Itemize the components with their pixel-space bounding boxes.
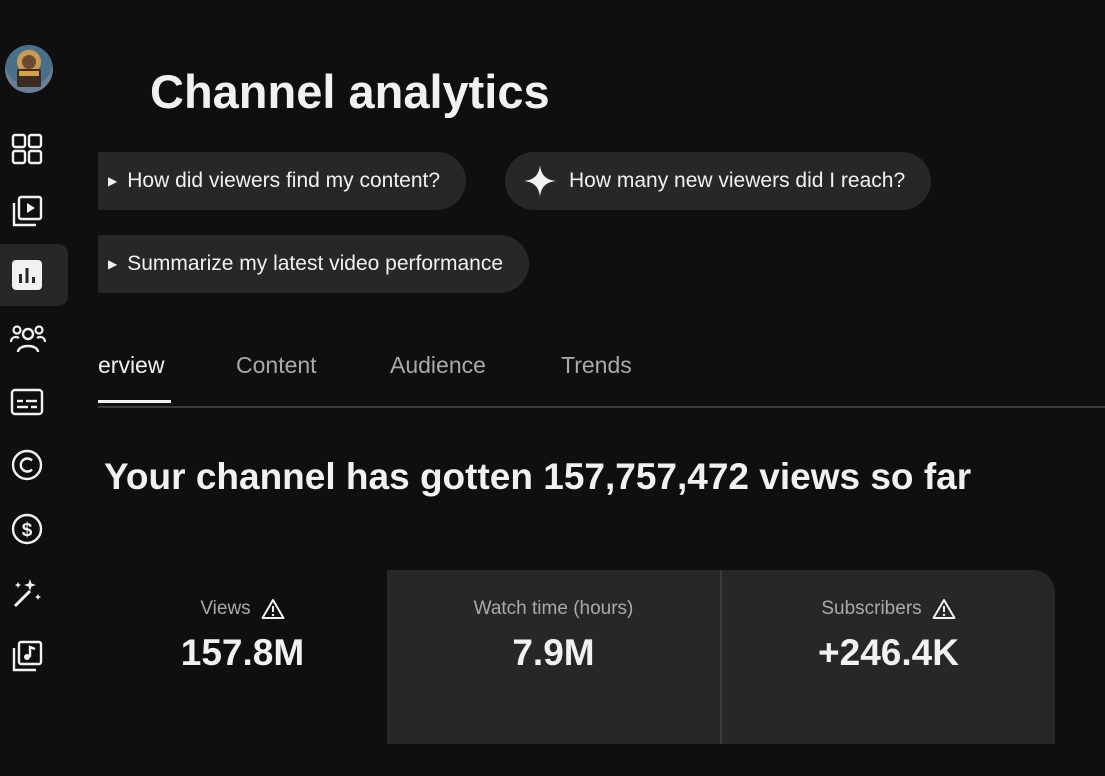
metric-card-watch-time[interactable]: Watch time (hours) 7.9M	[387, 570, 722, 744]
metric-value: 157.8M	[180, 632, 305, 673]
page-title: Channel analytics	[150, 65, 550, 118]
tab-overview[interactable]: erview	[98, 352, 164, 379]
metric-label: Views	[200, 598, 251, 619]
sidebar-item-customization[interactable]	[0, 562, 68, 624]
sparkle-icon: ▶	[108, 174, 118, 188]
sidebar-item-dashboard[interactable]	[0, 118, 68, 180]
avatar-image	[17, 55, 41, 87]
analytics-icon	[12, 260, 42, 290]
sparkle-icon	[524, 165, 556, 197]
suggestion-chip-3[interactable]: ▶ Summarize my latest video performance	[98, 235, 530, 293]
subtitles-icon	[10, 388, 44, 416]
dashboard-icon	[11, 133, 43, 165]
metric-value: 7.9M	[512, 632, 595, 673]
sidebar-item-community[interactable]	[0, 308, 68, 370]
suggestion-text: How did viewers find my content?	[127, 169, 441, 192]
main-content: Channel analytics ▶ How did viewers find…	[98, 0, 1105, 776]
community-icon	[10, 325, 46, 353]
tab-content[interactable]: Content	[236, 352, 317, 379]
suggestion-chip-1[interactable]: ▶ How did viewers find my content?	[98, 152, 467, 210]
copyright-icon	[11, 449, 43, 481]
earn-icon: $	[11, 513, 43, 545]
metric-value: +246.4K	[818, 632, 959, 673]
active-tab-indicator	[98, 400, 171, 403]
metric-card-subscribers[interactable]: Subscribers +246.4K	[722, 570, 1055, 744]
sidebar-item-content[interactable]	[0, 180, 68, 242]
channel-avatar[interactable]	[5, 45, 53, 93]
warning-icon	[932, 599, 956, 619]
sidebar-item-audio-library[interactable]	[0, 625, 68, 687]
tab-audience[interactable]: Audience	[390, 352, 486, 379]
svg-text:$: $	[22, 520, 33, 541]
metric-label: Subscribers	[821, 598, 922, 619]
sidebar: $	[0, 0, 68, 776]
key-metrics: Views 157.8M Watch time (hours) 7.9M Sub…	[98, 570, 1055, 744]
warning-icon	[261, 599, 285, 619]
sidebar-item-copyright[interactable]	[0, 434, 68, 496]
suggestion-chip-2[interactable]: How many new viewers did I reach?	[505, 152, 932, 210]
metric-label: Watch time (hours)	[473, 598, 634, 619]
audio-library-icon	[12, 640, 43, 672]
sparkle-icon: ▶	[108, 257, 118, 271]
sidebar-item-subtitles[interactable]	[0, 371, 68, 433]
sidebar-item-earn[interactable]: $	[0, 498, 68, 560]
suggestion-text: How many new viewers did I reach?	[569, 169, 906, 192]
analytics-tabs: erview Content Audience Trends	[98, 340, 1105, 408]
magic-wand-icon	[13, 579, 41, 608]
views-headline: Your channel has gotten 157,757,472 view…	[104, 456, 972, 497]
sidebar-item-analytics[interactable]	[0, 244, 68, 306]
content-icon	[12, 195, 43, 227]
metric-card-views[interactable]: Views 157.8M	[98, 570, 387, 744]
tab-trends[interactable]: Trends	[561, 352, 632, 379]
suggestion-text: Summarize my latest video performance	[127, 252, 504, 275]
